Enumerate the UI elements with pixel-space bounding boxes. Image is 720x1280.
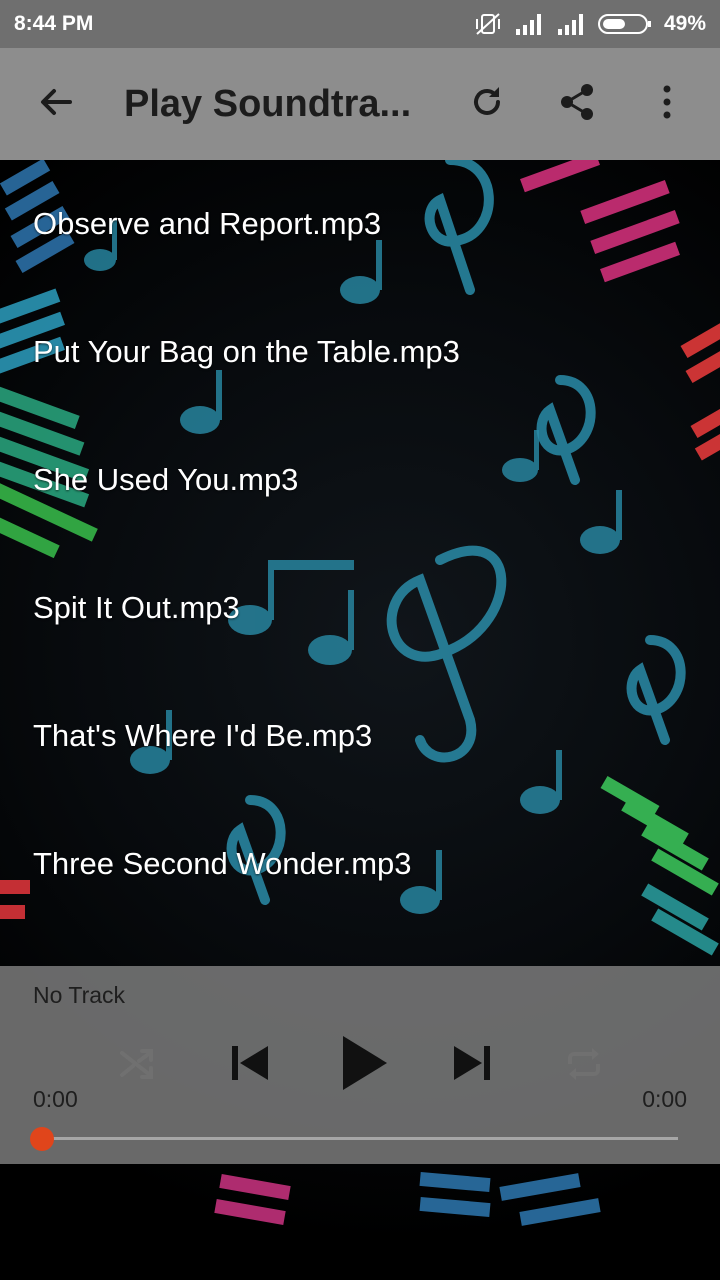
next-button[interactable] (446, 1038, 500, 1092)
list-item[interactable]: That's Where I'd Be.mp3 (0, 672, 720, 800)
battery-icon (597, 13, 652, 35)
play-icon (341, 1034, 389, 1097)
skip-next-icon (452, 1042, 494, 1089)
share-button[interactable] (532, 68, 622, 140)
status-time: 8:44 PM (14, 12, 94, 35)
back-button[interactable] (20, 68, 92, 140)
seek-thumb[interactable] (30, 1127, 54, 1151)
shuffle-icon (117, 1045, 155, 1088)
signal-icon (556, 13, 586, 35)
list-item[interactable]: Observe and Report.mp3 (0, 160, 720, 288)
repeat-button[interactable] (560, 1042, 608, 1090)
repeat-icon (564, 1044, 604, 1089)
status-bar: 8:44 PM 49% (0, 0, 720, 48)
previous-button[interactable] (222, 1038, 276, 1092)
more-vert-icon (661, 84, 673, 125)
seek-bar[interactable] (42, 1137, 678, 1140)
app-bar-actions (442, 68, 712, 140)
more-options-button[interactable] (622, 68, 712, 140)
shuffle-button[interactable] (112, 1042, 160, 1090)
list-item[interactable]: Put Your Bag on the Table.mp3 (0, 288, 720, 416)
battery-percent: 49% (663, 12, 706, 35)
back-arrow-icon (38, 84, 74, 125)
list-item[interactable]: She Used You.mp3 (0, 416, 720, 544)
refresh-icon (468, 83, 506, 126)
share-icon (558, 82, 596, 127)
signal-icon (514, 13, 544, 35)
track-list: Observe and Report.mp3 Put Your Bag on t… (0, 160, 720, 928)
refresh-button[interactable] (442, 68, 532, 140)
page-title: Play Soundtra... (124, 82, 412, 125)
list-item[interactable]: Spit It Out.mp3 (0, 544, 720, 672)
play-button[interactable] (330, 1028, 400, 1102)
vibrate-off-icon (474, 12, 502, 36)
app-bar: Play Soundtra... (0, 48, 720, 160)
status-icons: 49% (474, 12, 706, 36)
total-duration: 0:00 (642, 1086, 687, 1112)
now-playing-label: No Track (33, 982, 126, 1008)
skip-previous-icon (228, 1042, 270, 1089)
player-panel: No Track 0:00 0:00 (0, 966, 720, 1164)
player-controls (0, 1026, 720, 1106)
list-item[interactable]: Three Second Wonder.mp3 (0, 800, 720, 928)
elapsed-time: 0:00 (33, 1086, 78, 1112)
